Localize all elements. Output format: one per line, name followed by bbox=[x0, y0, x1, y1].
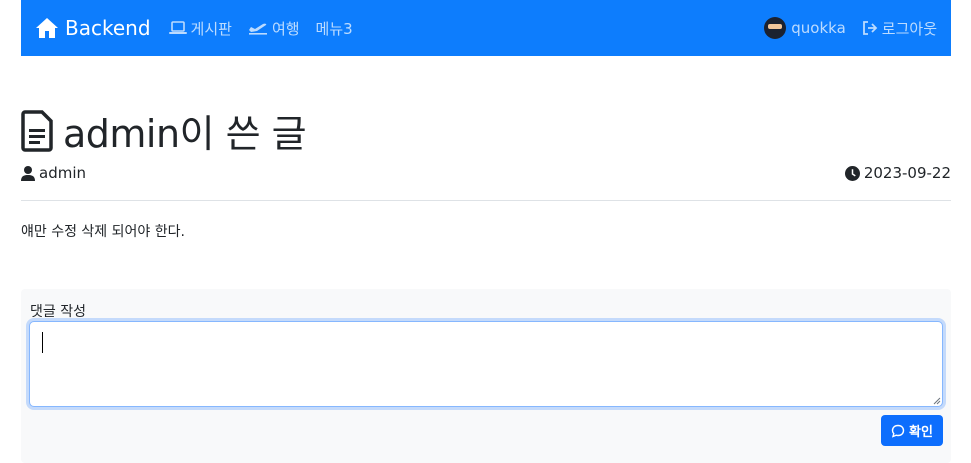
nav-item-menu3[interactable]: 메뉴3 bbox=[316, 18, 353, 39]
logout-link[interactable]: 로그아웃 bbox=[862, 18, 937, 39]
text-cursor bbox=[42, 332, 43, 353]
airplane-icon bbox=[248, 23, 267, 35]
post-body: 얘만 수정 삭제 되어야 한다. bbox=[21, 224, 185, 240]
brand-link[interactable]: Backend bbox=[35, 16, 151, 40]
clock-icon bbox=[844, 165, 860, 181]
nav-item-travel[interactable]: 여행 bbox=[248, 18, 300, 39]
comment-input[interactable] bbox=[29, 321, 943, 407]
laptop-icon bbox=[168, 21, 187, 34]
page-title: admin이 쓴 글 bbox=[63, 112, 307, 156]
post-author: admin bbox=[21, 164, 86, 182]
user-profile-link[interactable]: quokka bbox=[764, 17, 846, 39]
post-title-row: admin이 쓴 글 bbox=[21, 103, 307, 158]
file-text-icon bbox=[21, 109, 53, 152]
date-text: 2023-09-22 bbox=[863, 164, 951, 182]
divider bbox=[21, 200, 951, 201]
logout-icon bbox=[862, 21, 878, 35]
nav-item-board[interactable]: 게시판 bbox=[168, 18, 232, 39]
nav-item-label: 게시판 bbox=[190, 19, 232, 38]
navbar-right: quokka 로그아웃 bbox=[748, 17, 937, 39]
chat-icon bbox=[891, 424, 905, 438]
submit-label: 확인 bbox=[909, 425, 933, 440]
resize-grip-icon[interactable] bbox=[933, 397, 941, 405]
nav-item-label: 여행 bbox=[271, 19, 300, 38]
post-meta: admin 2023-09-22 bbox=[21, 163, 951, 183]
nav-item-label: 메뉴3 bbox=[315, 19, 353, 38]
username: quokka bbox=[791, 19, 846, 37]
person-icon bbox=[21, 165, 35, 181]
submit-comment-button[interactable]: 확인 bbox=[881, 415, 943, 446]
logout-label: 로그아웃 bbox=[881, 19, 937, 38]
comment-label: 댓글 작성 bbox=[30, 304, 86, 320]
comment-form: 댓글 작성 확인 bbox=[21, 289, 951, 463]
brand-label: Backend bbox=[65, 16, 151, 40]
ninja-avatar-icon bbox=[764, 17, 787, 39]
author-name: admin bbox=[39, 164, 86, 182]
home-icon bbox=[36, 18, 58, 38]
top-navbar: Backend 게시판 여행 메뉴3 quokka 로그아웃 bbox=[21, 0, 951, 56]
post-date: 2023-09-22 bbox=[844, 164, 951, 182]
